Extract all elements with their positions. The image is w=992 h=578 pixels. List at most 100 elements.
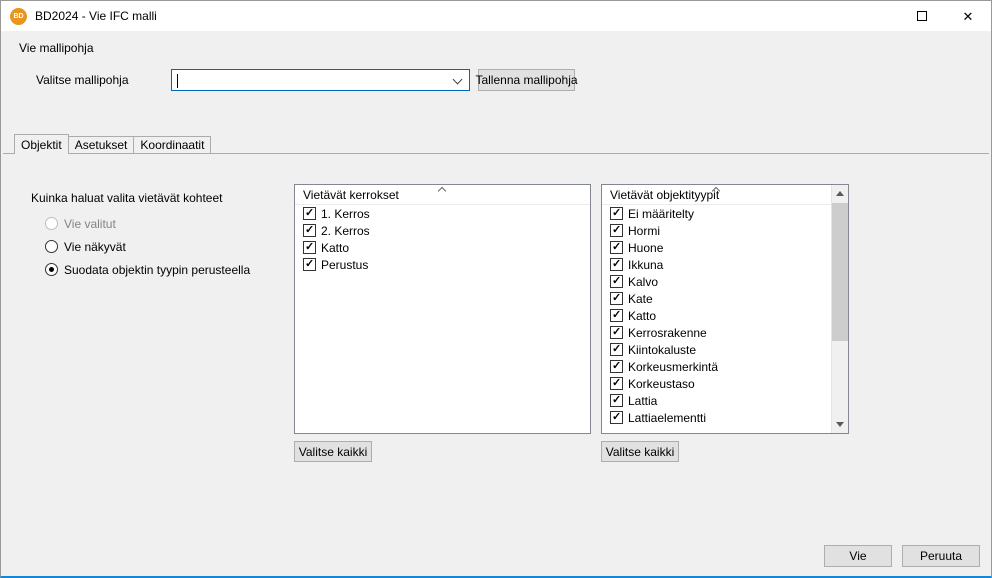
scroll-up-button[interactable] (832, 185, 848, 202)
checkbox-item[interactable]: ✓ Huone (602, 239, 831, 256)
checkbox-icon[interactable]: ✓ (303, 241, 316, 254)
checkbox-label: Ei määritelty (628, 207, 694, 221)
tab-label: Objektit (21, 138, 62, 152)
radio-label: Vie valitut (64, 217, 116, 231)
checkbox-icon[interactable]: ✓ (303, 224, 316, 237)
checkmark-icon: ✓ (612, 410, 621, 424)
radio-option[interactable]: Suodata objektin tyypin perusteella (45, 262, 250, 277)
window-controls: ✕ (899, 1, 991, 31)
checkbox-icon[interactable]: ✓ (610, 411, 623, 424)
checkbox-item[interactable]: ✓ Korkeustaso (602, 375, 831, 392)
checkbox-item[interactable]: ✓ Korkeusmerkintä (602, 358, 831, 375)
checkbox-label: Perustus (321, 258, 368, 272)
object-types-listbox: Vietävät objektityypit ✓ Ei määritelty ✓… (601, 184, 849, 434)
checkbox-item[interactable]: ✓ Perustus (295, 256, 590, 273)
sort-asc-icon (437, 187, 445, 195)
radio-button-icon[interactable] (45, 217, 58, 230)
checkmark-icon: ✓ (305, 240, 314, 254)
export-button[interactable]: Vie (824, 545, 892, 567)
triangle-up-icon (836, 191, 844, 196)
checkbox-icon[interactable]: ✓ (610, 360, 623, 373)
checkmark-icon: ✓ (612, 206, 621, 220)
checkbox-item[interactable]: ✓ Ei määritelty (602, 205, 831, 222)
checkbox-icon[interactable]: ✓ (303, 207, 316, 220)
checkbox-icon[interactable]: ✓ (610, 241, 623, 254)
radio-button-icon[interactable] (45, 240, 58, 253)
checkbox-label: Lattia (628, 394, 657, 408)
types-list: ✓ Ei määritelty ✓ Hormi ✓ Huone (602, 205, 831, 433)
tab-bar: Objektit Asetukset Koordinaatit (14, 134, 211, 154)
tab[interactable]: Asetukset (68, 136, 135, 153)
checkbox-item[interactable]: ✓ Katto (295, 239, 590, 256)
radio-label: Suodata objektin tyypin perusteella (64, 263, 250, 277)
checkbox-icon[interactable]: ✓ (610, 343, 623, 356)
close-button[interactable]: ✕ (945, 1, 991, 31)
checkbox-label: Ikkuna (628, 258, 663, 272)
select-all-floors-button[interactable]: Valitse kaikki (294, 441, 372, 462)
checkmark-icon: ✓ (612, 308, 621, 322)
title-bar: BD BD2024 - Vie IFC malli ✕ (1, 1, 991, 31)
checkbox-label: Korkeustaso (628, 377, 695, 391)
cancel-button[interactable]: Peruuta (902, 545, 980, 567)
checkbox-icon[interactable]: ✓ (610, 224, 623, 237)
checkbox-icon[interactable]: ✓ (303, 258, 316, 271)
checkbox-label: 1. Kerros (321, 207, 370, 221)
checkmark-icon: ✓ (612, 359, 621, 373)
scrollbar[interactable] (831, 185, 848, 433)
checkbox-item[interactable]: ✓ Kate (602, 290, 831, 307)
checkbox-icon[interactable]: ✓ (610, 377, 623, 390)
checkbox-icon[interactable]: ✓ (610, 292, 623, 305)
tab-label: Koordinaatit (140, 138, 204, 152)
window-title: BD2024 - Vie IFC malli (35, 9, 157, 23)
floors-header-label: Vietävät kerrokset (303, 188, 399, 202)
tab[interactable]: Objektit (14, 134, 69, 154)
field-label-valitse-mallipohja: Valitse mallipohja (36, 73, 129, 87)
checkbox-item[interactable]: ✓ Ikkuna (602, 256, 831, 273)
select-all-types-button[interactable]: Valitse kaikki (601, 441, 679, 462)
radio-button-icon[interactable] (45, 263, 58, 276)
types-header-label: Vietävät objektityypit (610, 188, 719, 202)
checkbox-icon[interactable]: ✓ (610, 258, 623, 271)
scroll-down-button[interactable] (832, 416, 848, 433)
triangle-down-icon (836, 422, 844, 427)
checkbox-item[interactable]: ✓ Kerrosrakenne (602, 324, 831, 341)
checkbox-item[interactable]: ✓ Hormi (602, 222, 831, 239)
checkbox-label: Kiintokaluste (628, 343, 696, 357)
radio-label: Vie näkyvät (64, 240, 126, 254)
checkbox-label: Hormi (628, 224, 660, 238)
tab[interactable]: Koordinaatit (133, 136, 211, 153)
checkbox-icon[interactable]: ✓ (610, 207, 623, 220)
checkbox-item[interactable]: ✓ 1. Kerros (295, 205, 590, 222)
radio-option[interactable]: Vie näkyvät (45, 239, 250, 254)
radio-selected-dot (49, 267, 54, 272)
checkbox-item[interactable]: ✓ Katto (602, 307, 831, 324)
checkbox-icon[interactable]: ✓ (610, 326, 623, 339)
checkmark-icon: ✓ (612, 393, 621, 407)
checkbox-icon[interactable]: ✓ (610, 275, 623, 288)
template-combobox[interactable] (171, 69, 470, 91)
checkbox-label: Katto (321, 241, 349, 255)
radio-option[interactable]: Vie valitut (45, 216, 250, 231)
app-icon: BD (10, 8, 27, 25)
checkbox-item[interactable]: ✓ Lattiaelementti (602, 409, 831, 426)
group-label-vie-mallipohja: Vie mallipohja (19, 41, 94, 55)
checkbox-icon[interactable]: ✓ (610, 394, 623, 407)
checkbox-icon[interactable]: ✓ (610, 309, 623, 322)
checkmark-icon: ✓ (305, 206, 314, 220)
floors-list-header[interactable]: Vietävät kerrokset (295, 185, 590, 205)
checkmark-icon: ✓ (612, 376, 621, 390)
maximize-button[interactable] (899, 1, 945, 31)
save-template-button[interactable]: Tallenna mallipohja (478, 69, 575, 91)
template-combobox-input[interactable] (172, 70, 469, 90)
tab-label: Asetukset (75, 138, 128, 152)
maximize-icon (917, 11, 927, 21)
checkbox-item[interactable]: ✓ Kalvo (602, 273, 831, 290)
scrollbar-thumb[interactable] (832, 203, 848, 341)
types-list-header[interactable]: Vietävät objektityypit (602, 185, 831, 205)
checkbox-item[interactable]: ✓ Kiintokaluste (602, 341, 831, 358)
checkmark-icon: ✓ (612, 291, 621, 305)
checkbox-item[interactable]: ✓ 2. Kerros (295, 222, 590, 239)
checkbox-item[interactable]: ✓ Lattia (602, 392, 831, 409)
close-icon: ✕ (963, 10, 974, 23)
checkbox-label: Kate (628, 292, 653, 306)
